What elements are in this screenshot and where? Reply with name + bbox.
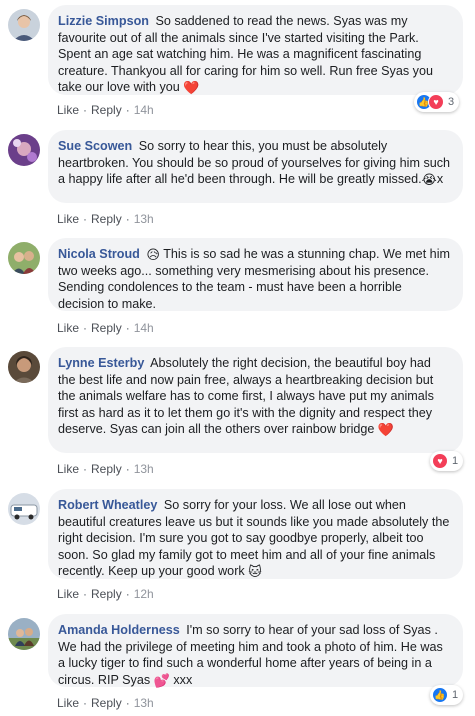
separator: · bbox=[83, 696, 88, 710]
comment-author[interactable]: Sue Scowen bbox=[58, 139, 132, 153]
crying-face-emoji: 😭 bbox=[421, 172, 437, 188]
heart-emoji: ❤️ bbox=[377, 422, 395, 438]
separator: · bbox=[125, 587, 130, 601]
like-link[interactable]: Like bbox=[57, 462, 79, 476]
separator: · bbox=[125, 321, 130, 335]
avatar[interactable] bbox=[8, 134, 40, 166]
comment-suffix: x bbox=[436, 172, 444, 187]
comment-author[interactable]: Amanda Holderness bbox=[58, 623, 180, 637]
separator: · bbox=[83, 462, 88, 476]
separator: · bbox=[125, 103, 130, 117]
reaction-count: 3 bbox=[448, 96, 455, 108]
timestamp[interactable]: 13h bbox=[134, 462, 154, 476]
heart-emoji: ❤️ bbox=[183, 80, 200, 96]
avatar[interactable] bbox=[8, 493, 40, 525]
timestamp[interactable]: 14h bbox=[134, 103, 154, 117]
comment-author[interactable]: Nicola Stroud bbox=[58, 247, 140, 261]
comment-actions: Like · Reply · 14h bbox=[57, 321, 154, 335]
two-hearts-emoji: 💕 bbox=[153, 672, 170, 688]
separator: · bbox=[83, 587, 88, 601]
reply-link[interactable]: Reply bbox=[91, 103, 122, 117]
like-link[interactable]: Like bbox=[57, 103, 79, 117]
like-link[interactable]: Like bbox=[57, 321, 79, 335]
reaction-summary[interactable]: ♥ 1 bbox=[430, 451, 464, 471]
comment-author[interactable]: Robert Wheatley bbox=[58, 498, 157, 512]
cat-face-emoji: 🐱 bbox=[248, 564, 262, 580]
comment-author[interactable]: Lizzie Simpson bbox=[58, 14, 149, 28]
timestamp[interactable]: 13h bbox=[134, 696, 154, 710]
reply-link[interactable]: Reply bbox=[91, 696, 122, 710]
reply-link[interactable]: Reply bbox=[91, 462, 122, 476]
comment-bubble: Nicola Stroud 😥 This is so sad he was a … bbox=[48, 238, 463, 311]
timestamp[interactable]: 14h bbox=[134, 321, 154, 335]
comment-actions: Like · Reply · 13h bbox=[57, 212, 154, 226]
reply-link[interactable]: Reply bbox=[91, 587, 122, 601]
comment-author[interactable]: Lynne Esterby bbox=[58, 356, 144, 370]
reaction-count: 1 bbox=[452, 455, 459, 467]
avatar[interactable] bbox=[8, 242, 40, 274]
comment-bubble: Robert Wheatley So sorry for your loss. … bbox=[48, 489, 463, 579]
timestamp[interactable]: 13h bbox=[134, 212, 154, 226]
avatar[interactable] bbox=[8, 351, 40, 383]
comment-actions: Like · Reply · 13h bbox=[57, 696, 154, 710]
comment-bubble: Lynne Esterby Absolutely the right decis… bbox=[48, 347, 463, 453]
timestamp[interactable]: 12h bbox=[134, 587, 154, 601]
love-icon: ♥ bbox=[428, 94, 444, 110]
separator: · bbox=[83, 321, 88, 335]
like-icon: 👍 bbox=[432, 687, 448, 703]
separator: · bbox=[125, 696, 130, 710]
comment-actions: Like · Reply · 13h bbox=[57, 462, 154, 476]
reaction-summary[interactable]: 👍 ♥ 3 bbox=[414, 92, 460, 112]
comment-bubble: Sue Scowen So sorry to hear this, you mu… bbox=[48, 130, 463, 203]
comment-bubble: Lizzie Simpson So saddened to read the n… bbox=[48, 5, 463, 95]
comment-feed: Lizzie Simpson So saddened to read the n… bbox=[0, 0, 475, 716]
separator: · bbox=[125, 462, 130, 476]
comment-actions: Like · Reply · 12h bbox=[57, 587, 154, 601]
separator: · bbox=[83, 103, 88, 117]
separator: · bbox=[83, 212, 88, 226]
like-link[interactable]: Like bbox=[57, 587, 79, 601]
like-link[interactable]: Like bbox=[57, 212, 79, 226]
sad-face-emoji: 😥 bbox=[146, 247, 160, 262]
like-link[interactable]: Like bbox=[57, 696, 79, 710]
comment-actions: Like · Reply · 14h bbox=[57, 103, 154, 117]
reply-link[interactable]: Reply bbox=[91, 321, 122, 335]
separator: · bbox=[125, 212, 130, 226]
comment-bubble: Amanda Holderness I'm so sorry to hear o… bbox=[48, 614, 463, 687]
avatar[interactable] bbox=[8, 9, 40, 41]
reply-link[interactable]: Reply bbox=[91, 212, 122, 226]
love-icon: ♥ bbox=[432, 453, 448, 469]
reaction-summary[interactable]: 👍 1 bbox=[430, 685, 464, 705]
comment-suffix: xxx bbox=[173, 672, 193, 687]
avatar[interactable] bbox=[8, 618, 40, 650]
reaction-count: 1 bbox=[452, 689, 459, 701]
